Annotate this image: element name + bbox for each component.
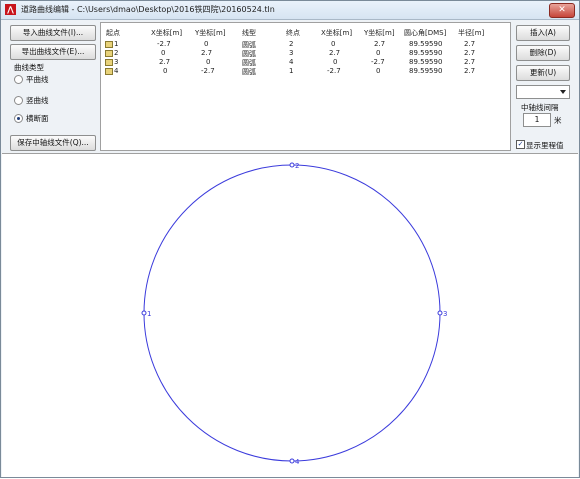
col-header: Y坐标[m] [364, 29, 395, 37]
table-cell[interactable]: 2 [114, 49, 118, 57]
radio-plane-label: 平曲线 [26, 75, 49, 84]
col-header: 终点 [286, 29, 300, 37]
point-label-4: 4 [295, 458, 300, 466]
col-header: 起点 [106, 29, 120, 37]
drawing-canvas[interactable]: 2 1 3 4 [2, 153, 578, 477]
table-cell[interactable]: 2.7 [159, 58, 170, 66]
table-cell[interactable]: 89.59590 [409, 40, 442, 48]
update-button[interactable]: 更新(U) [516, 65, 570, 81]
table-cell[interactable]: 2.7 [464, 67, 475, 75]
insert-button[interactable]: 插入(A) [516, 25, 570, 41]
curve-editor-window: ⋀ 道路曲线编辑 - C:\Users\dmao\Desktop\2016铁四院… [0, 0, 580, 478]
curve-drawing: 2 1 3 4 [141, 162, 447, 466]
table-cell[interactable]: -2.7 [327, 67, 341, 75]
table-cell[interactable]: 4 [289, 58, 293, 66]
app-icon: ⋀ [5, 4, 16, 15]
col-header: X坐标[m] [321, 29, 353, 37]
point-label-1: 1 [147, 310, 151, 318]
spacing-label: 中轴线间隔 [521, 103, 559, 112]
table-cell[interactable]: -2.7 [371, 58, 385, 66]
table-cell[interactable]: -2.7 [201, 67, 215, 75]
row-icon [105, 41, 113, 48]
table-cell[interactable]: 0 [206, 58, 210, 66]
table-cell[interactable]: 2 [289, 40, 293, 48]
row-icon [105, 50, 113, 57]
radio-vertical-curve[interactable] [14, 96, 23, 105]
show-mileage-checkbox[interactable]: ✓ [516, 140, 525, 149]
title-bar: ⋀ 道路曲线编辑 - C:\Users\dmao\Desktop\2016铁四院… [1, 1, 579, 20]
table-cell[interactable]: 0 [331, 40, 335, 48]
col-header: 半径[m] [458, 29, 485, 37]
col-header: 线型 [242, 29, 256, 37]
table-cell[interactable]: 89.59590 [409, 49, 442, 57]
circle-curve [143, 164, 441, 462]
export-curve-button[interactable]: 导出曲线文件(E)... [10, 44, 96, 60]
table-cell[interactable]: 圆弧 [242, 67, 256, 77]
spacing-input[interactable]: 1 [523, 113, 551, 127]
table-cell[interactable]: 3 [289, 49, 293, 57]
radio-cross-label: 横断面 [26, 114, 49, 123]
table-cell[interactable]: 0 [204, 40, 208, 48]
show-mileage-label: 显示里程值 [526, 141, 564, 150]
table-cell[interactable]: 0 [376, 49, 380, 57]
table-cell[interactable]: 2.7 [464, 58, 475, 66]
table-cell[interactable]: 0 [161, 49, 165, 57]
point-marker-1[interactable] [141, 310, 147, 316]
table-cell[interactable]: 89.59590 [409, 58, 442, 66]
table-cell[interactable]: 0 [163, 67, 167, 75]
radio-vertical-label: 竖曲线 [26, 96, 49, 105]
mode-dropdown[interactable] [516, 85, 570, 99]
row-icon [105, 68, 113, 75]
table-cell[interactable]: 2.7 [374, 40, 385, 48]
spacing-unit: 米 [554, 116, 562, 125]
col-header: X坐标[m] [151, 29, 183, 37]
table-cell[interactable]: 0 [333, 58, 337, 66]
table-cell[interactable]: 1 [114, 40, 118, 48]
close-button[interactable]: ✕ [549, 3, 575, 18]
col-header: Y坐标[m] [195, 29, 226, 37]
window-title: 道路曲线编辑 - C:\Users\dmao\Desktop\2016铁四院\2… [21, 5, 275, 14]
table-cell[interactable]: 89.59590 [409, 67, 442, 75]
import-curve-button[interactable]: 导入曲线文件(I)... [10, 25, 96, 41]
table-cell[interactable]: 2.7 [201, 49, 212, 57]
table-cell[interactable]: 4 [114, 67, 118, 75]
table-cell[interactable]: 3 [114, 58, 118, 66]
radio-plane-curve[interactable] [14, 75, 23, 84]
table-cell[interactable]: 2.7 [464, 49, 475, 57]
point-marker-2[interactable] [289, 162, 295, 168]
col-header: 圆心角[DMS] [404, 29, 447, 37]
curve-table: 起点 X坐标[m] Y坐标[m] 线型 终点 X坐标[m] Y坐标[m] 圆心角… [100, 22, 511, 151]
point-marker-3[interactable] [437, 310, 443, 316]
table-cell[interactable]: 2.7 [329, 49, 340, 57]
table-cell[interactable]: -2.7 [157, 40, 171, 48]
save-centerline-button[interactable]: 保存中轴线文件(Q)... [10, 135, 96, 151]
table-cell[interactable]: 2.7 [464, 40, 475, 48]
table-cell[interactable]: 0 [376, 67, 380, 75]
point-label-3: 3 [443, 310, 447, 318]
row-icon [105, 59, 113, 66]
table-cell[interactable]: 1 [289, 67, 293, 75]
chevron-down-icon [560, 90, 566, 94]
curve-type-label: 曲线类型 [14, 63, 44, 72]
delete-button[interactable]: 删除(D) [516, 45, 570, 61]
point-marker-4[interactable] [289, 458, 295, 464]
point-label-2: 2 [295, 162, 299, 170]
radio-cross-section[interactable] [14, 114, 23, 123]
